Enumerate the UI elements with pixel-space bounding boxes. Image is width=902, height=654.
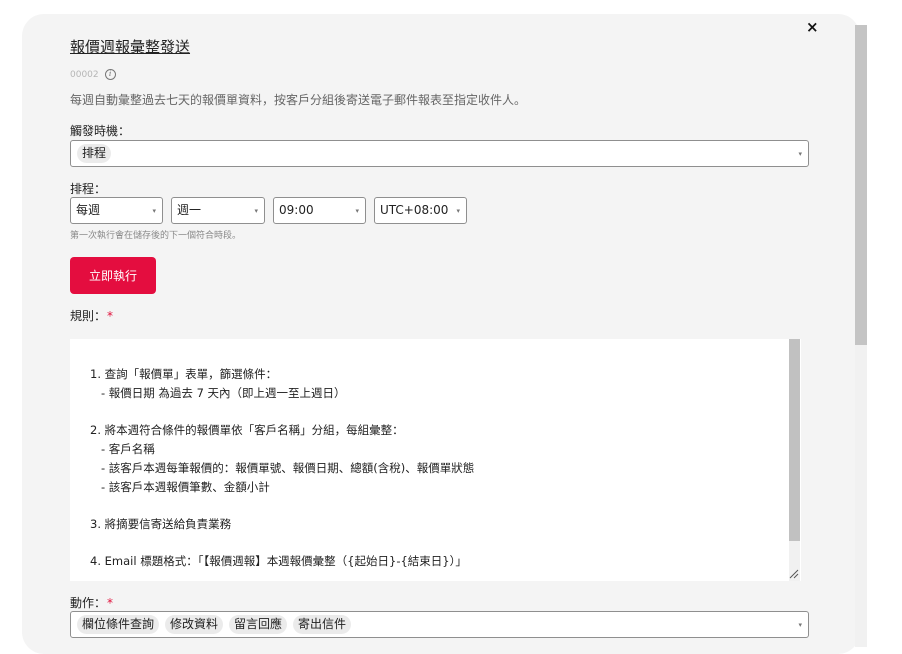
actions-select[interactable]: 欄位條件查詢 修改資料 留言回應 寄出信件 ▾ (70, 611, 809, 638)
time-select[interactable]: 09:00 ▾ (273, 197, 366, 224)
dialog-meta: 00002 i (70, 69, 116, 80)
action-tags: 欄位條件查詢 修改資料 留言回應 寄出信件 (77, 615, 352, 634)
required-mark: * (107, 596, 114, 610)
required-mark: * (107, 309, 114, 323)
time-value: 09:00 (279, 203, 314, 217)
frequency-value: 每週 (76, 203, 101, 217)
rules-line: - 客戶名稱 (90, 442, 155, 456)
rules-line: - 該客戶本週報價筆數、金額小計 (90, 480, 270, 494)
rules-scrollbar-thumb[interactable] (789, 339, 800, 541)
action-tag[interactable]: 欄位條件查詢 (77, 615, 160, 634)
rules-line (90, 534, 474, 552)
dialog-description: 每週自動彙整過去七天的報價單資料，按客戶分組後寄送電子郵件報表至指定收件人。 (70, 93, 527, 107)
rules-scrollbar[interactable] (789, 339, 800, 581)
dialog-title: 報價週報彙整發送 (70, 38, 191, 56)
actions-label: 動作：* (70, 594, 113, 611)
rules-label-text: 規則： (70, 309, 107, 323)
trigger-select[interactable]: 排程 ▾ (70, 140, 809, 167)
action-tag[interactable]: 寄出信件 (293, 615, 352, 634)
timezone-select[interactable]: UTC+08:00 ▾ (374, 197, 467, 224)
action-tag[interactable]: 留言回應 (229, 615, 288, 634)
chevron-down-icon: ▾ (355, 206, 359, 215)
trigger-tag[interactable]: 排程 (77, 144, 112, 163)
rules-textarea[interactable]: 1. 查詢「報價單」表單，篩選條件： - 報價日期 為過去 7 天內（即上週一至… (70, 339, 801, 581)
page-scrollbar-thumb[interactable] (855, 25, 867, 345)
chevron-down-icon: ▾ (254, 206, 258, 215)
rules-line (90, 497, 474, 515)
automation-id: 00002 (70, 69, 99, 80)
schedule-label: 排程： (70, 182, 107, 196)
rules-line: 2. 將本週符合條件的報價單依「客戶名稱」分組，每組彙整： (90, 423, 404, 437)
chevron-down-icon: ▾ (798, 149, 802, 158)
rules-line: 4. Email 標題格式：「【報價週報】本週報價彙整（{起始日}-{結束日}）… (90, 554, 467, 568)
rules-line: 1. 查詢「報價單」表單，篩選條件： (90, 367, 278, 381)
schedule-hint: 第一次執行會在儲存後的下一個符合時段。 (70, 231, 242, 241)
rules-line: 3. 將摘要信寄送給負責業務 (90, 517, 232, 531)
rules-content: 1. 查詢「報價單」表單，篩選條件： - 報價日期 為過去 7 天內（即上週一至… (90, 365, 474, 571)
trigger-tags: 排程 (77, 144, 112, 163)
rules-line (90, 403, 474, 421)
frequency-select[interactable]: 每週 ▾ (70, 197, 163, 224)
trigger-label: 觸發時機： (70, 124, 131, 138)
actions-label-text: 動作： (70, 596, 107, 610)
run-now-button[interactable]: 立即執行 (70, 257, 156, 294)
action-tag[interactable]: 修改資料 (165, 615, 224, 634)
page-scrollbar[interactable] (855, 25, 867, 647)
rules-line: - 該客戶本週每筆報價的：報價單號、報價日期、總額(含稅)、報價單狀態 (90, 461, 475, 475)
chevron-down-icon: ▾ (456, 206, 460, 215)
chevron-down-icon: ▾ (798, 620, 802, 629)
rules-label: 規則：* (70, 307, 113, 324)
timezone-value: UTC+08:00 (380, 203, 449, 217)
weekday-select[interactable]: 週一 ▾ (171, 197, 265, 224)
chevron-down-icon: ▾ (152, 206, 156, 215)
close-icon[interactable]: × (806, 19, 819, 35)
weekday-value: 週一 (177, 203, 202, 217)
resize-handle-icon[interactable] (787, 567, 799, 579)
rules-line: - 報價日期 為過去 7 天內（即上週一至上週日） (90, 386, 346, 400)
info-icon[interactable]: i (104, 69, 116, 80)
